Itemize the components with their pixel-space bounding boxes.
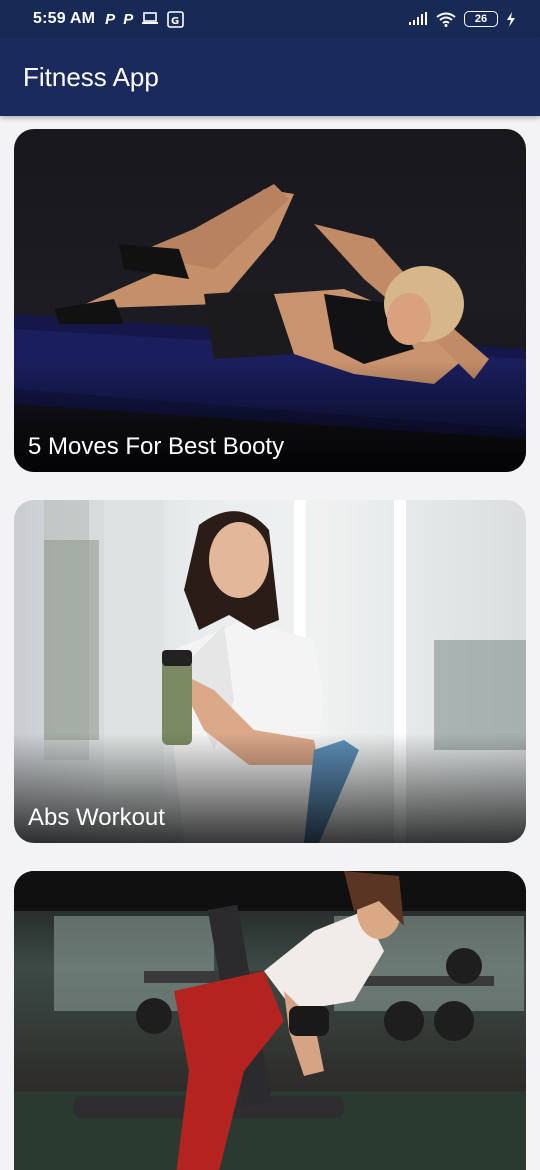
battery-icon: 26 — [464, 11, 498, 27]
card-title: 5 Moves For Best Booty — [28, 433, 285, 460]
workout-image-dumbbell-row — [14, 871, 526, 1170]
signal-icon — [409, 12, 427, 25]
status-system-icons: 26 — [408, 11, 516, 27]
card-title: Abs Workout — [28, 804, 165, 831]
wifi-icon — [436, 12, 456, 27]
app-bar: Fitness App — [0, 38, 540, 116]
svg-text:G: G — [171, 16, 179, 27]
app-title: Fitness App — [23, 61, 159, 92]
workout-card-abs[interactable]: Abs Workout — [14, 500, 526, 843]
p-app-icon: P — [123, 10, 134, 28]
workout-card-booty[interactable]: 5 Moves For Best Booty — [14, 129, 526, 472]
status-notification-icons: P P G — [105, 10, 185, 28]
p-app-icon: P — [105, 10, 116, 28]
workout-card-dumbbell[interactable] — [14, 871, 526, 1170]
status-time: 5:59 AM — [33, 10, 96, 27]
charging-icon — [507, 11, 515, 27]
laptop-icon — [142, 12, 159, 24]
status-bar: 5:59 AM P P G 26 — [0, 0, 540, 38]
translate-icon: G — [167, 10, 185, 28]
